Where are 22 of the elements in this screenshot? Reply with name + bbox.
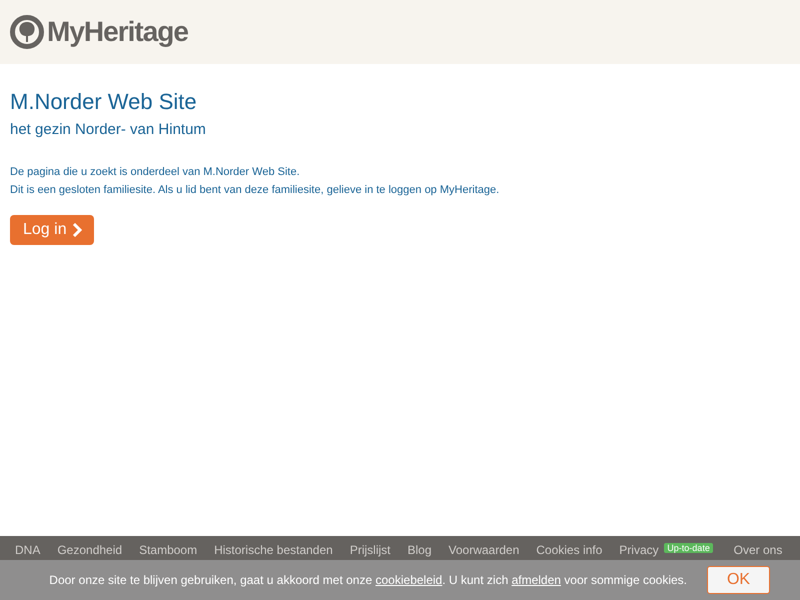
login-button[interactable]: Log in: [10, 215, 94, 245]
message-text: Dit is een gesloten familiesite. Als u lid bent van deze familiesite, gelieve in te loggen op MyHeritage.: [10, 183, 500, 198]
site-title: M.Norder Web Site: [10, 89, 197, 115]
message-text: De pagina die u zoekt is onderdeel van M.Norder Web Site.: [10, 165, 300, 180]
status-badge: Up-to-date: [664, 543, 713, 553]
footer-link[interactable]: Over ons: [734, 543, 782, 557]
ok-button[interactable]: OK: [707, 566, 770, 594]
cookie-policy-link[interactable]: cookiebeleid: [376, 573, 442, 587]
footer-link[interactable]: Voorwaarden: [448, 543, 520, 557]
footer-link[interactable]: Cookies info: [536, 543, 602, 557]
footer-link[interactable]: Historische bestanden: [214, 543, 333, 557]
footer-link[interactable]: Prijslijst: [350, 543, 390, 557]
logo-text[interactable]: MyHeritage: [47, 16, 188, 48]
cookie-notice: Door onze site te blijven gebruiken, gaat u akkoord met onze cookiebeleid. U kunt zich afmelden voor sommige cookies.: [49, 573, 687, 587]
footer-link[interactable]: Blog: [408, 543, 432, 557]
site-subtitle: het gezin Norder- van Hintum: [10, 121, 206, 138]
logo-icon: [10, 15, 44, 49]
opt-out-link[interactable]: afmelden: [512, 573, 561, 587]
footer-link[interactable]: Stamboom: [139, 543, 198, 557]
footer-link[interactable]: Gezondheid: [57, 543, 122, 557]
footer-link[interactable]: DNA: [15, 543, 40, 557]
chevron-right-icon: [72, 223, 82, 237]
